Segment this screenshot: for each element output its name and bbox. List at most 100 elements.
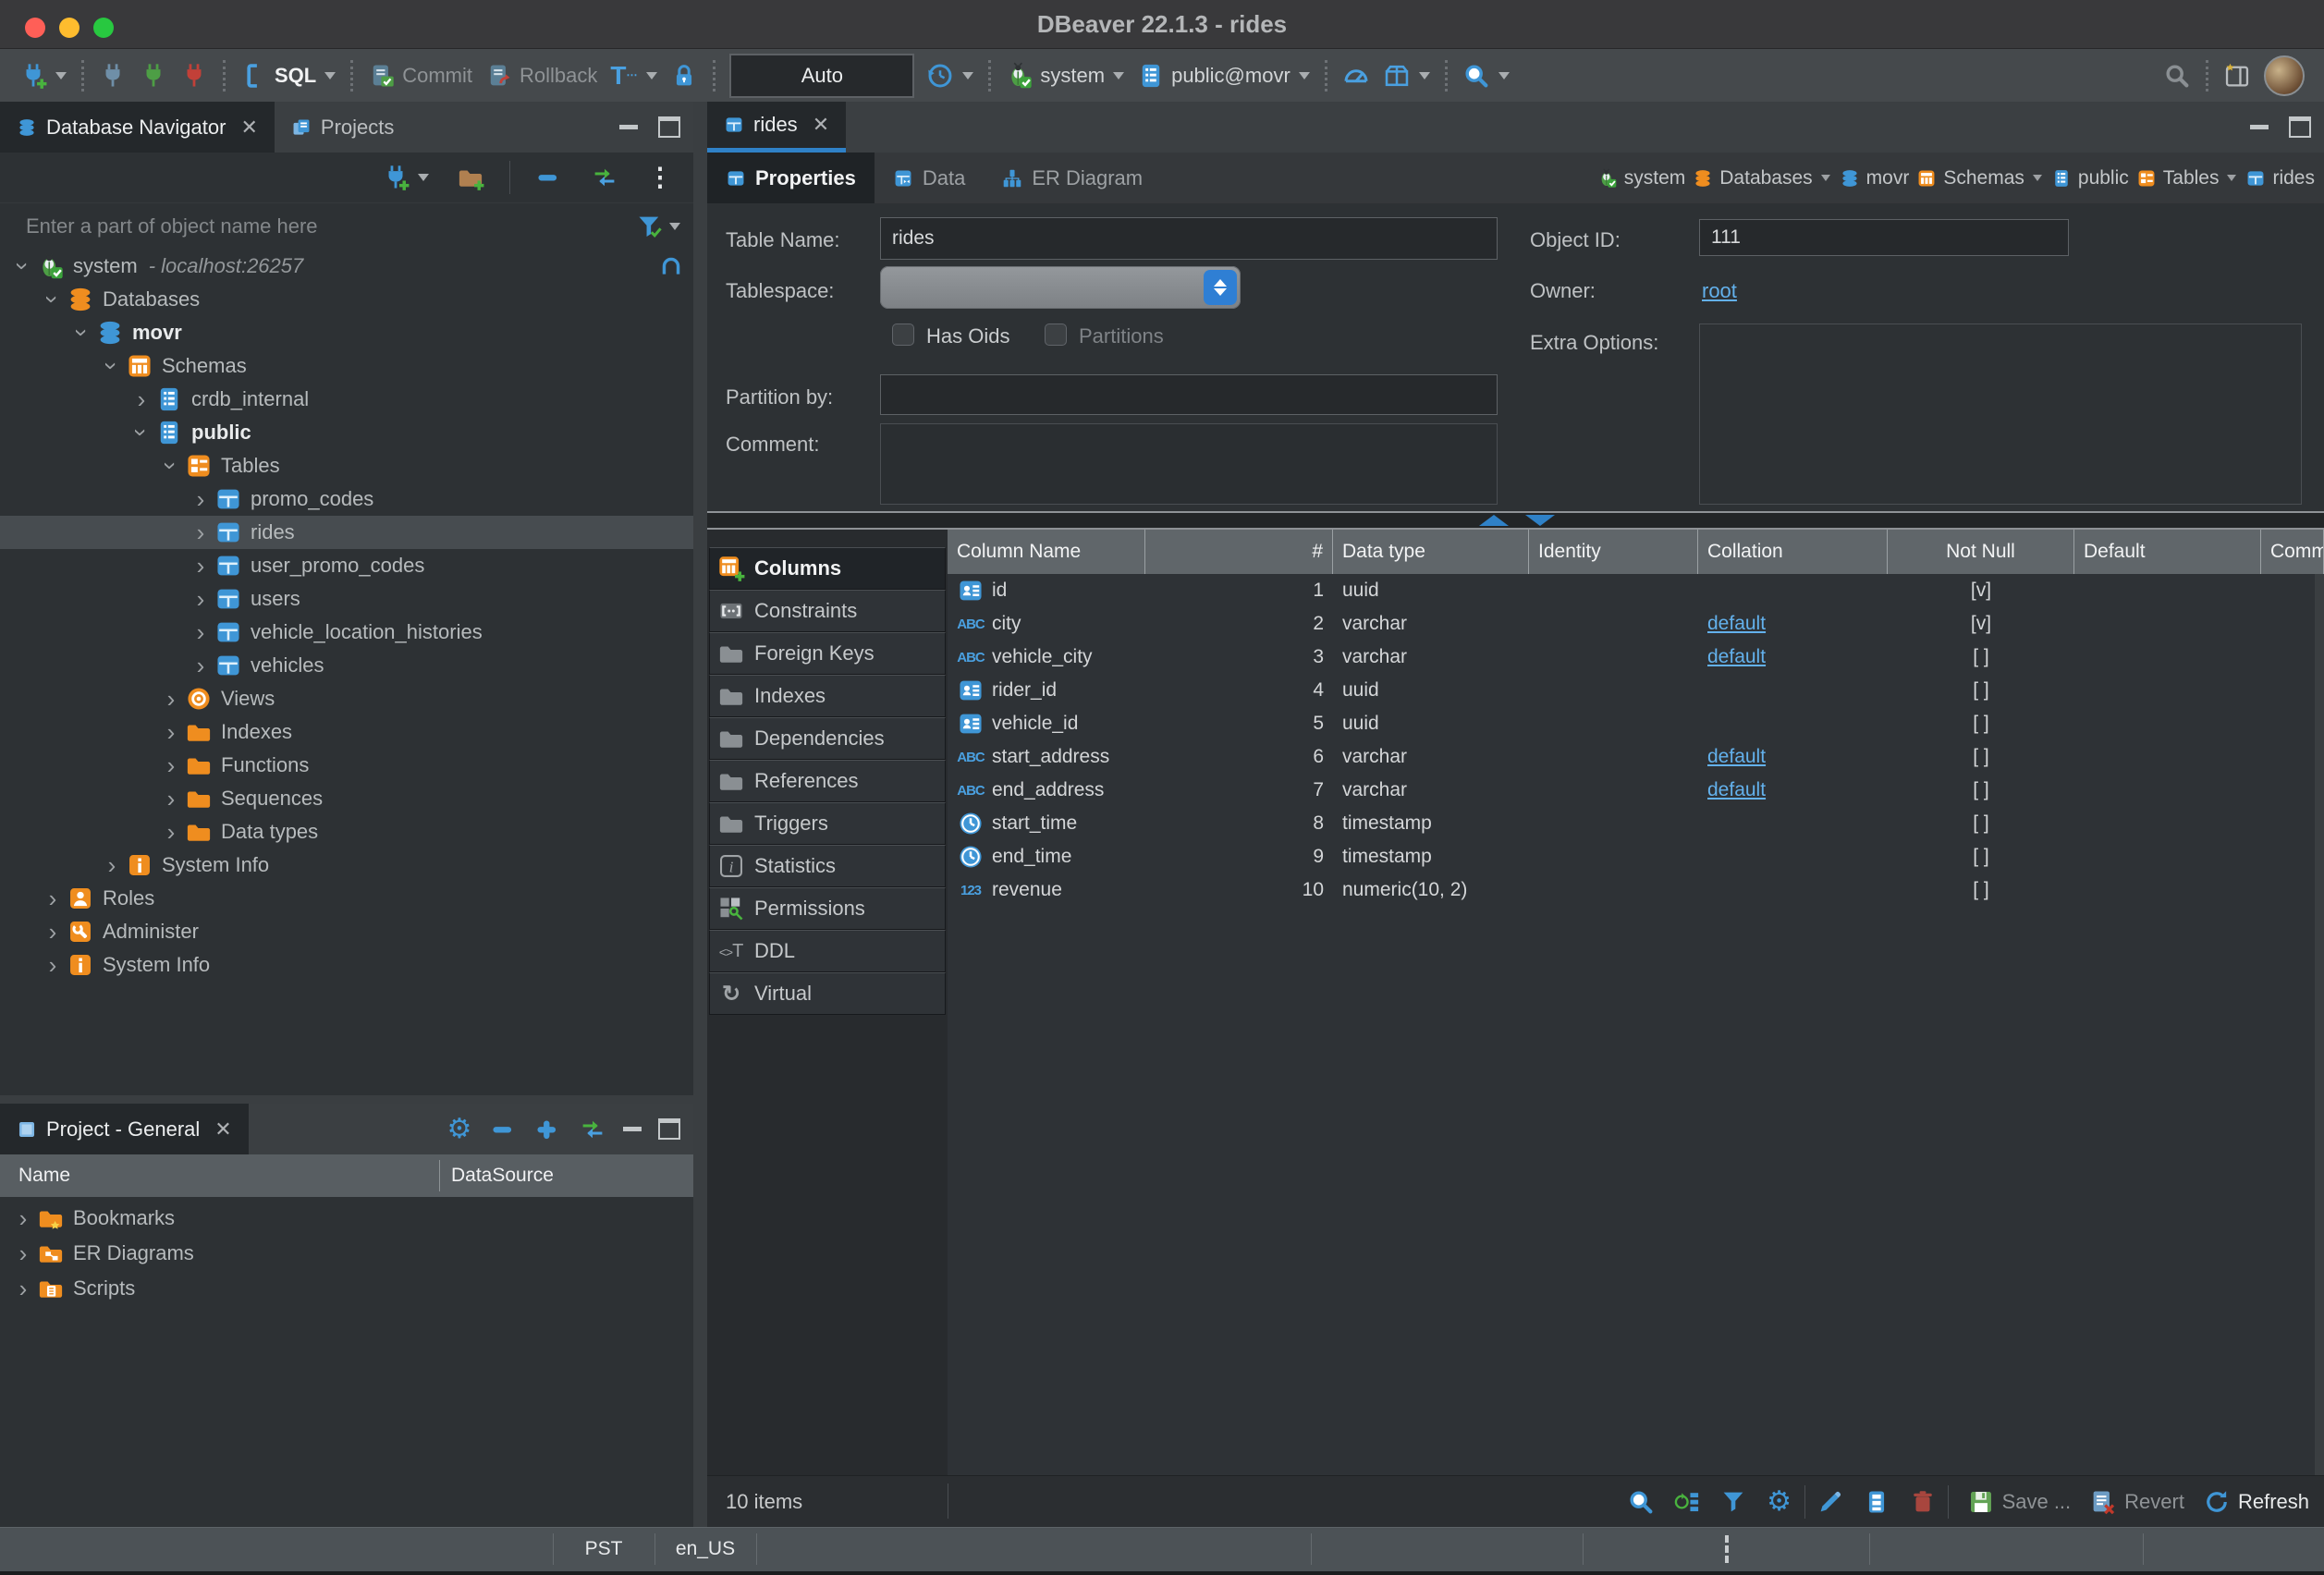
- search-button[interactable]: [1456, 55, 1516, 96]
- grid-scrollbar[interactable]: [2315, 574, 2324, 1480]
- side-tab-ddl[interactable]: <>TDDL: [709, 930, 946, 972]
- tab-er-diagram[interactable]: ER Diagram: [984, 153, 1161, 203]
- tree-item-vehicle-location-histories[interactable]: ›vehicle_location_histories: [0, 616, 693, 649]
- column-row-id[interactable]: id1uuid[v]: [948, 574, 2324, 607]
- user-avatar[interactable]: [2257, 55, 2311, 96]
- cell-type[interactable]: varchar: [1333, 641, 1529, 674]
- grid-search-button[interactable]: [1627, 1488, 1655, 1516]
- chevron-down-icon[interactable]: [2227, 175, 2236, 181]
- chevron-right-icon[interactable]: ›: [9, 1204, 37, 1232]
- cell-num[interactable]: 10: [1145, 873, 1333, 907]
- cell-identity[interactable]: [1529, 607, 1698, 641]
- column-row-vehicle_id[interactable]: vehicle_id5uuid[ ]: [948, 707, 2324, 740]
- active-schema-select[interactable]: public@movr: [1131, 55, 1316, 96]
- chevron-right-icon[interactable]: ›: [128, 385, 155, 413]
- maximize-window-button[interactable]: [93, 18, 114, 38]
- side-tab-virtual[interactable]: ↻Virtual: [709, 972, 946, 1015]
- breadcrumb-tables[interactable]: Tables: [2136, 167, 2239, 189]
- locale-cell[interactable]: en_US: [654, 1528, 756, 1570]
- cell-column-name[interactable]: ABCend_address: [948, 774, 1145, 807]
- tree-item-movr[interactable]: ›movr: [0, 316, 693, 349]
- close-window-button[interactable]: [25, 18, 45, 38]
- properties-grid-sash[interactable]: [707, 511, 2324, 530]
- project-item-scripts[interactable]: ›Scripts: [0, 1271, 693, 1306]
- delete-column-button[interactable]: [1909, 1488, 1937, 1516]
- tablespace-select[interactable]: [880, 266, 1241, 309]
- side-tab-indexes[interactable]: Indexes: [709, 675, 946, 717]
- cell-column-name[interactable]: start_time: [948, 807, 1145, 840]
- tree-item-schemas[interactable]: ›Schemas: [0, 349, 693, 383]
- minimize-panel-icon[interactable]: [619, 125, 638, 129]
- side-tab-foreign-keys[interactable]: Foreign Keys: [709, 632, 946, 675]
- chevron-right-icon[interactable]: ›: [9, 1275, 37, 1302]
- chevron-right-icon[interactable]: ›: [98, 851, 126, 879]
- cell-column-name[interactable]: id: [948, 574, 1145, 607]
- grid-header-default[interactable]: Default: [2074, 530, 2261, 574]
- collapse-all-button[interactable]: [490, 1116, 518, 1143]
- link-with-editor-button[interactable]: [579, 1116, 606, 1143]
- breadcrumb-rides[interactable]: rides: [2245, 167, 2315, 189]
- cell-default[interactable]: [2074, 707, 2261, 740]
- side-tab-dependencies[interactable]: Dependencies: [709, 717, 946, 760]
- cell-default[interactable]: [2074, 674, 2261, 707]
- tree-item-promo-codes[interactable]: ›promo_codes: [0, 482, 693, 516]
- cell-collation[interactable]: [1698, 574, 1888, 607]
- grid-header-identity[interactable]: Identity: [1529, 530, 1698, 574]
- collation-default-link[interactable]: default: [1707, 746, 1766, 768]
- chevron-down-icon[interactable]: ›: [157, 452, 185, 480]
- column-row-rider_id[interactable]: rider_id4uuid[ ]: [948, 674, 2324, 707]
- cell-num[interactable]: 9: [1145, 840, 1333, 873]
- cell-column-name[interactable]: rider_id: [948, 674, 1145, 707]
- grid-settings-button[interactable]: ⚙: [1766, 1488, 1793, 1516]
- tab-properties[interactable]: Properties: [707, 153, 875, 203]
- cell-num[interactable]: 2: [1145, 607, 1333, 641]
- tab-project-general[interactable]: Project - General ✕: [0, 1104, 249, 1154]
- tree-item-administer[interactable]: ›Administer: [0, 915, 693, 948]
- cell-column-name[interactable]: end_time: [948, 840, 1145, 873]
- cell-type[interactable]: varchar: [1333, 607, 1529, 641]
- side-tab-references[interactable]: References: [709, 760, 946, 802]
- cell-default[interactable]: [2074, 574, 2261, 607]
- view-menu-button[interactable]: ⋮: [640, 157, 680, 198]
- column-row-vehicle_city[interactable]: ABCvehicle_city3varchardefault[ ]: [948, 641, 2324, 674]
- cell-notnull[interactable]: [ ]: [1888, 641, 2074, 674]
- tab-rides-editor[interactable]: rides ✕: [707, 102, 846, 153]
- cell-type[interactable]: numeric(10, 2): [1333, 873, 1529, 907]
- maximize-editor-icon[interactable]: [2289, 116, 2311, 138]
- cell-num[interactable]: 6: [1145, 740, 1333, 774]
- owner-link[interactable]: root: [1702, 279, 1737, 303]
- chevron-down-icon[interactable]: ›: [68, 319, 96, 347]
- chevron-down-icon[interactable]: ›: [128, 419, 155, 446]
- cell-default[interactable]: [2074, 807, 2261, 840]
- cell-identity[interactable]: [1529, 707, 1698, 740]
- cell-notnull[interactable]: [ ]: [1888, 774, 2074, 807]
- cell-notnull[interactable]: [ ]: [1888, 674, 2074, 707]
- chevron-right-icon[interactable]: ›: [187, 652, 214, 679]
- collation-default-link[interactable]: default: [1707, 646, 1766, 668]
- object-id-input[interactable]: [1699, 219, 2069, 256]
- tree-item-sequences[interactable]: ›Sequences: [0, 782, 693, 815]
- cell-type[interactable]: varchar: [1333, 774, 1529, 807]
- cell-collation[interactable]: [1698, 707, 1888, 740]
- quick-access-search-button[interactable]: [2157, 55, 2197, 96]
- cell-type[interactable]: timestamp: [1333, 840, 1529, 873]
- extra-options-textarea[interactable]: [1699, 324, 2302, 505]
- cell-collation[interactable]: [1698, 873, 1888, 907]
- project-item-er-diagrams[interactable]: ›ER Diagrams: [0, 1236, 693, 1271]
- cell-num[interactable]: 7: [1145, 774, 1333, 807]
- chevron-right-icon[interactable]: ›: [187, 618, 214, 646]
- cell-column-name[interactable]: ABCcity: [948, 607, 1145, 641]
- collation-default-link[interactable]: default: [1707, 613, 1766, 635]
- chevron-right-icon[interactable]: ›: [39, 918, 67, 946]
- cell-default[interactable]: [2074, 607, 2261, 641]
- save-button[interactable]: Save ...: [1967, 1488, 2072, 1516]
- chevron-right-icon[interactable]: ›: [9, 1239, 37, 1267]
- cell-notnull[interactable]: [v]: [1888, 574, 2074, 607]
- tree-item-system-info[interactable]: ›System Info: [0, 948, 693, 982]
- project-settings-button[interactable]: ⚙: [446, 1116, 473, 1143]
- cell-column-name[interactable]: ABCstart_address: [948, 740, 1145, 774]
- cell-collation[interactable]: [1698, 807, 1888, 840]
- chevron-right-icon[interactable]: ›: [39, 951, 67, 979]
- cell-default[interactable]: [2074, 641, 2261, 674]
- chevron-right-icon[interactable]: ›: [187, 519, 214, 546]
